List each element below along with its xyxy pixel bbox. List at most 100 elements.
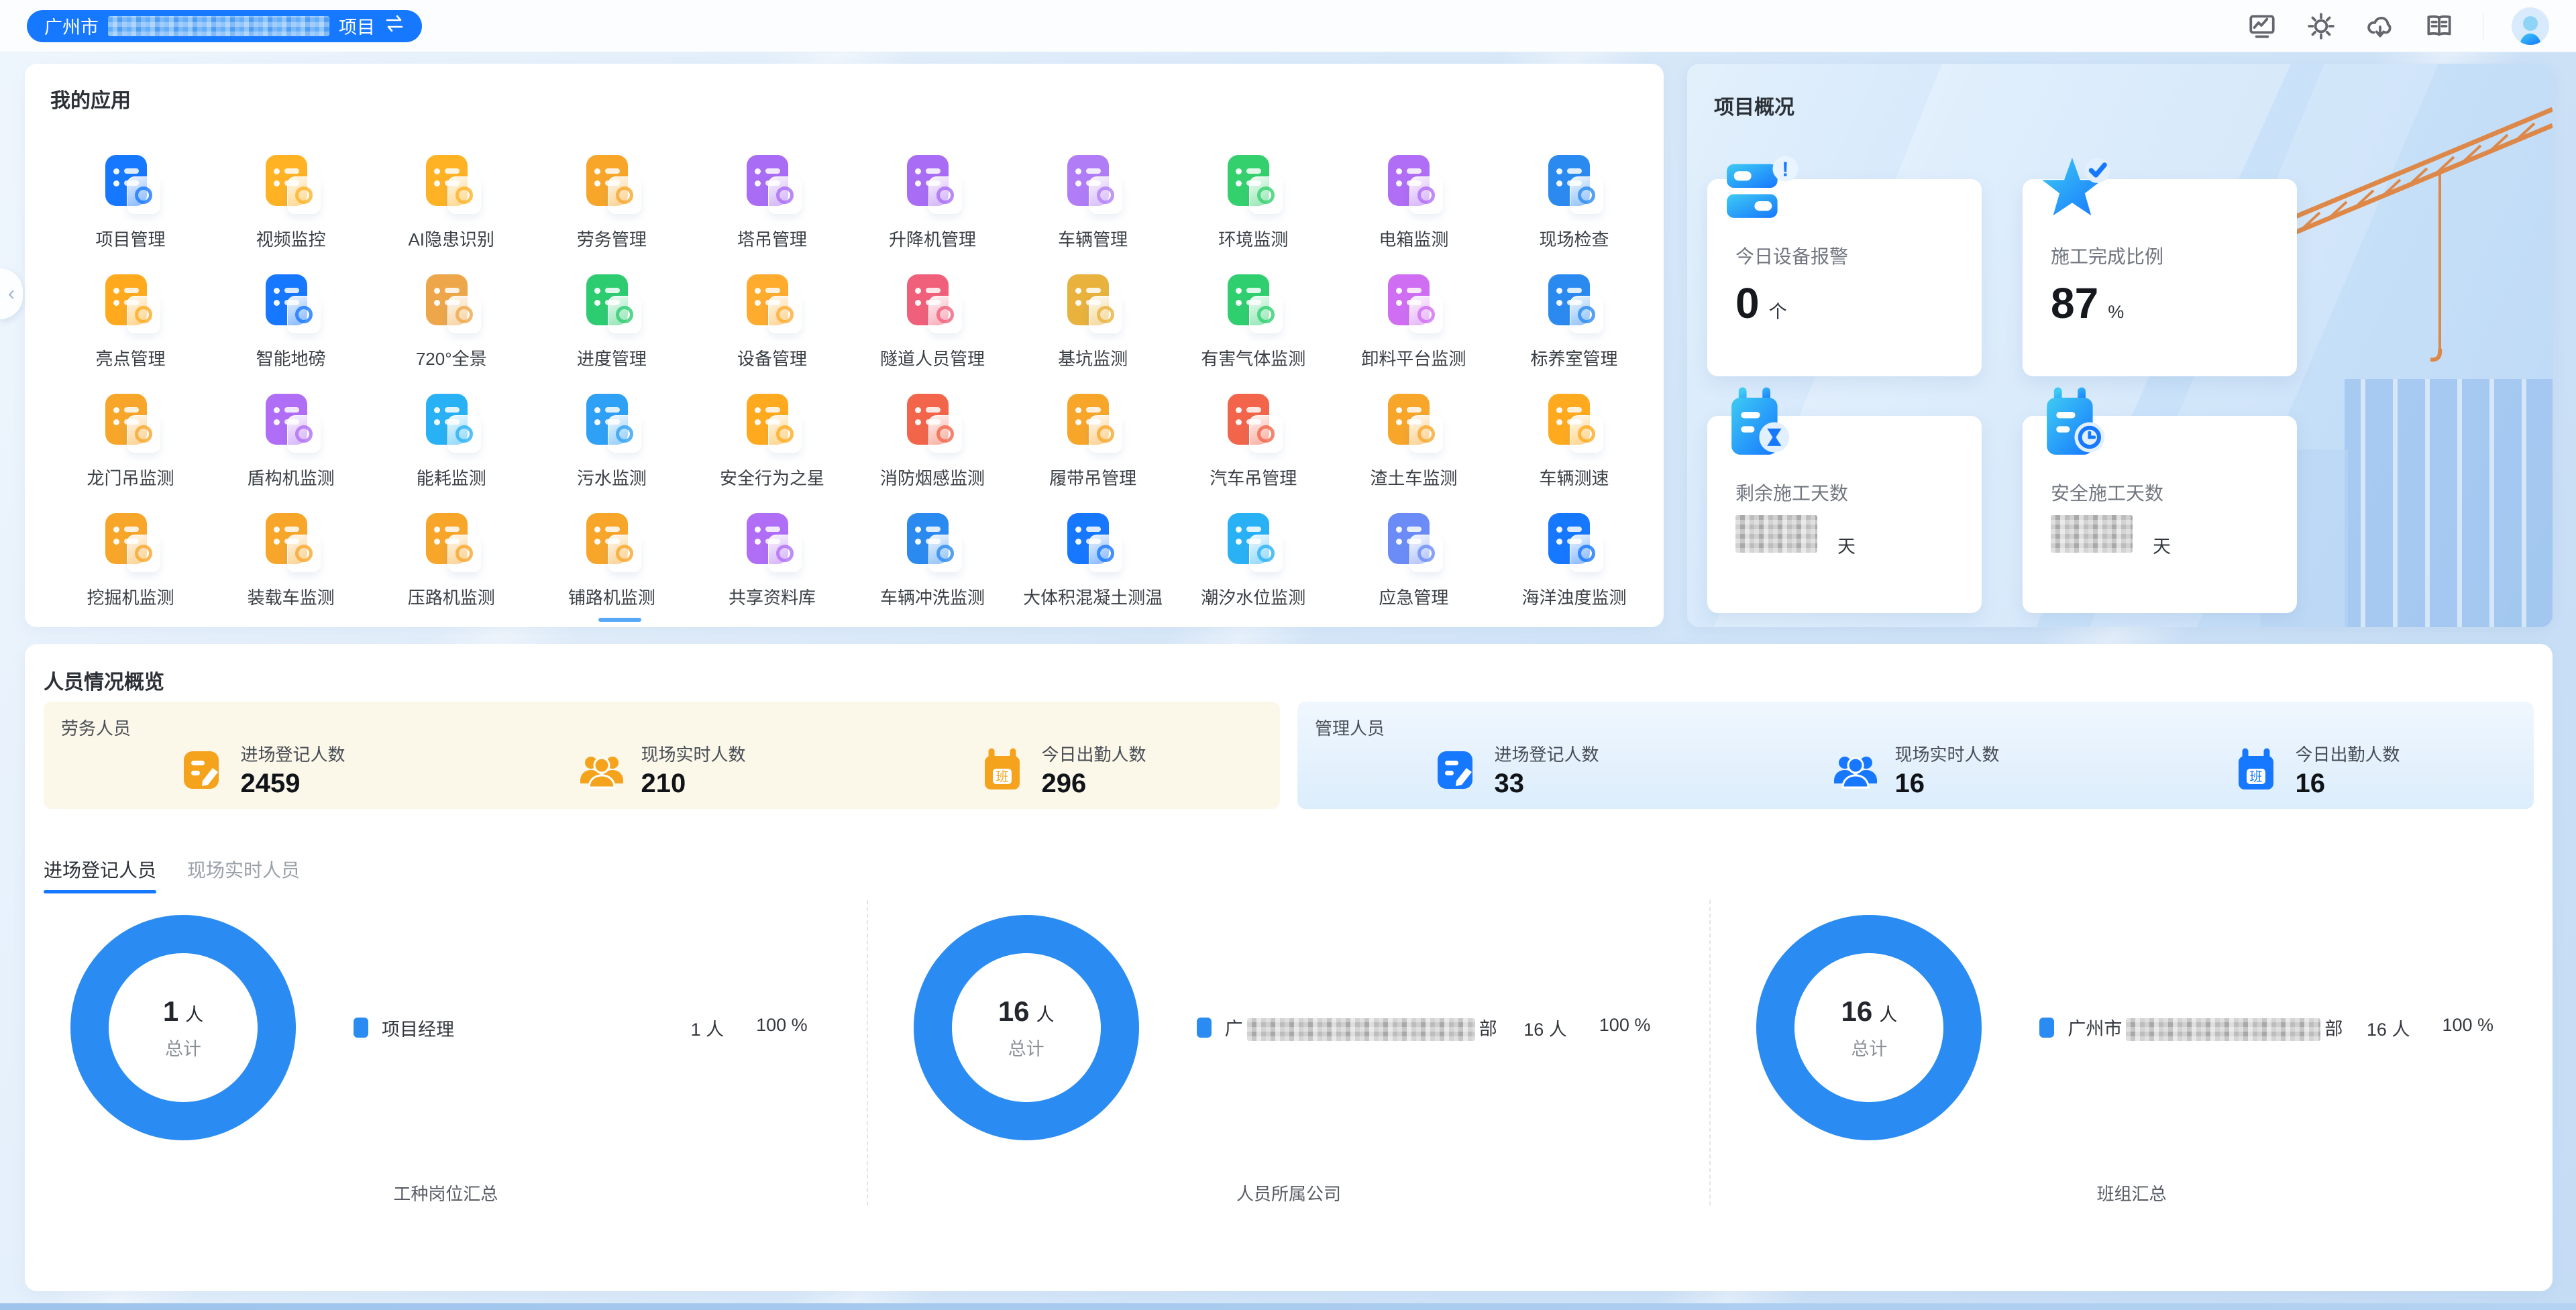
- unloading-platform-icon: [1381, 270, 1446, 335]
- company-chart: 16人 总计 广部 16 人 100 % 人员所属公司: [867, 900, 1710, 1205]
- legend-row[interactable]: 广州市部 16 人 100 %: [2039, 1014, 2518, 1042]
- app-label: 盾构机监测: [248, 465, 335, 490]
- app-item[interactable]: 装载车监测: [211, 492, 371, 611]
- app-item[interactable]: 挖掘机监测: [50, 492, 211, 611]
- app-label: 进度管理: [577, 345, 647, 370]
- app-item[interactable]: 渣土车监测: [1334, 372, 1494, 492]
- donut-ring[interactable]: 16人 总计: [914, 915, 1139, 1140]
- app-item[interactable]: 安全行为之星: [692, 372, 852, 492]
- safety-star-icon: [740, 390, 804, 454]
- app-item[interactable]: 劳务管理: [531, 133, 692, 253]
- app-item[interactable]: 基坑监测: [1013, 253, 1173, 372]
- app-item[interactable]: AI隐患识别: [371, 133, 531, 253]
- app-item[interactable]: 现场检查: [1494, 133, 1654, 253]
- partial-next-row-icon: [598, 618, 641, 622]
- app-item[interactable]: 车辆冲洗监测: [853, 492, 1013, 611]
- app-item[interactable]: 铺路机监测: [531, 492, 692, 611]
- app-item[interactable]: 龙门吊监测: [50, 372, 211, 492]
- legend-marker: [2039, 1018, 2054, 1038]
- app-item[interactable]: 塔吊管理: [692, 133, 852, 253]
- remaining-days-card[interactable]: 剩余施工天数 天: [1707, 416, 1982, 613]
- handbook-icon[interactable]: [2424, 11, 2455, 42]
- safe-days-card[interactable]: 安全施工天数 天: [2023, 416, 2297, 613]
- tab-realtime-personnel[interactable]: 现场实时人员: [187, 856, 300, 893]
- app-item[interactable]: 升降机管理: [853, 133, 1013, 253]
- donut-ring[interactable]: 16人 总计: [1756, 915, 1982, 1140]
- app-label: 履带吊管理: [1049, 465, 1136, 490]
- redacted-project-name: [108, 16, 329, 36]
- device-alarm-card[interactable]: ! 今日设备报警 0 个: [1707, 179, 1982, 376]
- app-item[interactable]: 视频监控: [211, 133, 371, 253]
- app-item[interactable]: 电箱监测: [1334, 133, 1494, 253]
- app-item[interactable]: 消防烟感监测: [853, 372, 1013, 492]
- cloud-download-icon[interactable]: [2365, 11, 2396, 42]
- management-registered-stat: 进场登记人数 33: [1315, 741, 1715, 799]
- app-label: 升降机管理: [889, 226, 976, 251]
- tab-registered-personnel[interactable]: 进场登记人员: [44, 856, 156, 893]
- app-label: 卸料平台监测: [1361, 345, 1466, 370]
- donut-total: 1: [163, 995, 178, 1027]
- project-switcher-button[interactable]: 广州市项目: [27, 10, 422, 42]
- app-label: 塔吊管理: [737, 226, 807, 251]
- app-label: 设备管理: [737, 345, 807, 370]
- app-label: 亮点管理: [96, 345, 166, 370]
- app-item[interactable]: 设备管理: [692, 253, 852, 372]
- app-label: 能耗监测: [417, 465, 486, 490]
- labor-group-label: 劳务人员: [61, 715, 1263, 740]
- chart-caption: 人员所属公司: [868, 1181, 1710, 1205]
- dashboard-page: 广州市项目: [0, 0, 2576, 1310]
- stat-value: 33: [1494, 769, 1599, 799]
- user-avatar[interactable]: [2512, 7, 2549, 45]
- card-value: 0: [1735, 278, 1760, 328]
- settings-icon[interactable]: [2306, 11, 2337, 42]
- donut-ring[interactable]: 1人 总计: [70, 915, 296, 1140]
- app-item[interactable]: 车辆测速: [1494, 372, 1654, 492]
- app-item[interactable]: 压路机监测: [371, 492, 531, 611]
- app-item[interactable]: 进度管理: [531, 253, 692, 372]
- shield-machine-icon: [259, 390, 323, 454]
- app-label: 环境监测: [1218, 226, 1288, 251]
- app-item[interactable]: 720°全景: [371, 253, 531, 372]
- app-item[interactable]: 大体积混凝土测温: [1013, 492, 1173, 611]
- app-item[interactable]: 车辆管理: [1013, 133, 1173, 253]
- app-item[interactable]: 潮汐水位监测: [1173, 492, 1334, 611]
- project-management-icon: [99, 151, 163, 215]
- redacted-team-name: [2126, 1018, 2320, 1041]
- card-unit: %: [2108, 302, 2124, 323]
- app-label: 基坑监测: [1058, 345, 1128, 370]
- app-item[interactable]: 共享资料库: [692, 492, 852, 611]
- app-label: 汽车吊管理: [1210, 465, 1297, 490]
- app-item[interactable]: 环境监测: [1173, 133, 1334, 253]
- app-item[interactable]: 污水监测: [531, 372, 692, 492]
- app-item[interactable]: 盾构机监测: [211, 372, 371, 492]
- legend-count: 16 人: [1523, 1015, 1567, 1041]
- legend-marker: [1197, 1018, 1212, 1038]
- app-item[interactable]: 应急管理: [1334, 492, 1494, 611]
- app-label: 挖掘机监测: [87, 584, 174, 609]
- app-item[interactable]: 亮点管理: [50, 253, 211, 372]
- personnel-groups: 劳务人员 进场登记人数 2459: [44, 702, 2534, 809]
- app-item[interactable]: 海洋浊度监测: [1494, 492, 1654, 611]
- completion-ratio-card[interactable]: 施工完成比例 87 %: [2023, 179, 2297, 376]
- app-item[interactable]: 卸料平台监测: [1334, 253, 1494, 372]
- job-position-chart: 1人 总计 项目经理 1 人 100 % 工种岗位汇总: [25, 900, 867, 1205]
- tunnel-personnel-icon: [900, 270, 965, 335]
- app-item[interactable]: 标养室管理: [1494, 253, 1654, 372]
- app-item[interactable]: 履带吊管理: [1013, 372, 1173, 492]
- legend-row[interactable]: 广部 16 人 100 %: [1197, 1014, 1675, 1042]
- team-chart: 16人 总计 广州市部 16 人 100 % 班组汇总: [1709, 900, 2553, 1205]
- tower-crane-icon: [740, 151, 804, 215]
- apps-scroll-left-button[interactable]: ‹: [0, 268, 23, 319]
- app-item[interactable]: 汽车吊管理: [1173, 372, 1334, 492]
- register-icon: [177, 746, 225, 794]
- legend-marker: [354, 1018, 368, 1038]
- legend-row[interactable]: 项目经理 1 人 100 %: [354, 1015, 832, 1041]
- monitor-icon[interactable]: [2247, 11, 2277, 42]
- app-item[interactable]: 有害气体监测: [1173, 253, 1334, 372]
- app-item[interactable]: 隧道人员管理: [853, 253, 1013, 372]
- app-item[interactable]: 能耗监测: [371, 372, 531, 492]
- app-item[interactable]: 项目管理: [50, 133, 211, 253]
- legend-count: 1 人: [691, 1015, 724, 1041]
- highlights-icon: [99, 270, 163, 335]
- app-item[interactable]: 智能地磅: [211, 253, 371, 372]
